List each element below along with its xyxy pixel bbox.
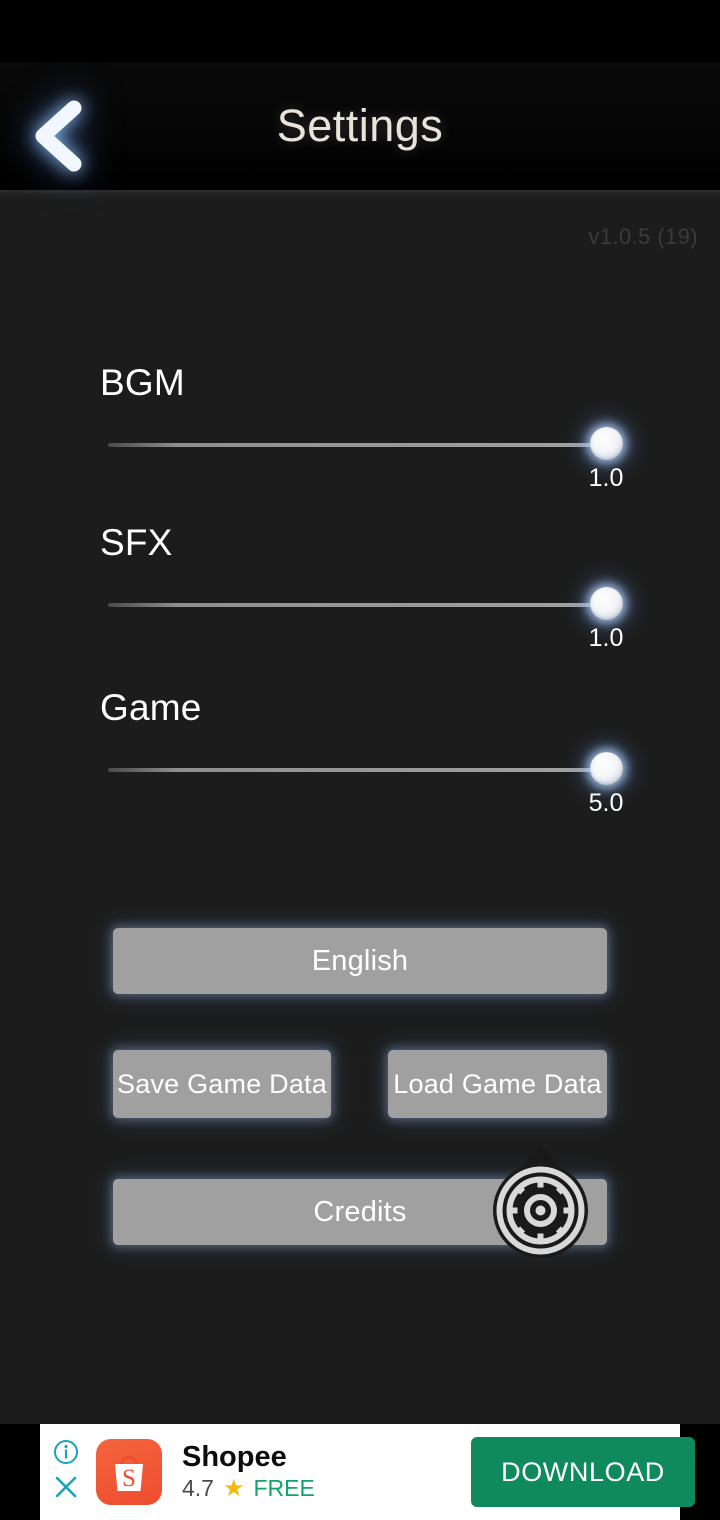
shopee-bag-icon: S xyxy=(96,1439,162,1505)
ad-app-title: Shopee xyxy=(182,1440,287,1473)
slider-label-game: Game xyxy=(100,687,202,728)
ad-price: FREE xyxy=(253,1475,315,1502)
close-icon[interactable] xyxy=(53,1474,79,1505)
ad-rating: 4.7 xyxy=(182,1475,214,1502)
star-icon: ★ xyxy=(222,1474,245,1502)
slider-track-sfx[interactable] xyxy=(108,603,606,607)
save-game-data-button[interactable]: Save Game Data xyxy=(113,1050,331,1118)
dial-target-icon[interactable] xyxy=(493,1163,588,1258)
settings-screen: Settings v1.0.5 (19) BGM 1.0 SFX 1.0 Gam… xyxy=(0,0,720,1520)
slider-label-sfx: SFX xyxy=(100,522,173,563)
status-bar xyxy=(0,0,720,62)
slider-bgm[interactable]: 1.0 xyxy=(0,424,720,492)
slider-track-game[interactable] xyxy=(108,768,606,772)
slider-knob-game[interactable] xyxy=(590,752,623,785)
svg-text:S: S xyxy=(122,1465,136,1492)
ad-download-button[interactable]: DOWNLOAD xyxy=(471,1437,695,1507)
slider-game[interactable]: 5.0 xyxy=(0,749,720,817)
language-button[interactable]: English xyxy=(113,928,607,994)
ad-left-filler xyxy=(0,1424,40,1520)
ad-text-block: Shopee 4.7 ★ FREE xyxy=(182,1440,315,1502)
page-title: Settings xyxy=(276,100,444,151)
header-bottom-edge xyxy=(0,190,720,200)
slider-value-bgm: 1.0 xyxy=(588,464,624,492)
slider-value-game: 5.0 xyxy=(588,789,624,817)
ad-subtitle: 4.7 ★ FREE xyxy=(182,1475,315,1502)
slider-label-bgm: BGM xyxy=(100,362,185,403)
slider-track-bgm[interactable] xyxy=(108,443,606,447)
slider-sfx[interactable]: 1.0 xyxy=(0,584,720,652)
ad-controls xyxy=(40,1424,92,1520)
version-label: v1.0.5 (19) xyxy=(588,224,698,249)
slider-knob-bgm[interactable] xyxy=(590,427,623,460)
slider-knob-sfx[interactable] xyxy=(590,587,623,620)
load-game-data-button[interactable]: Load Game Data xyxy=(388,1050,607,1118)
info-icon[interactable] xyxy=(53,1439,79,1470)
slider-value-sfx: 1.0 xyxy=(588,624,624,652)
